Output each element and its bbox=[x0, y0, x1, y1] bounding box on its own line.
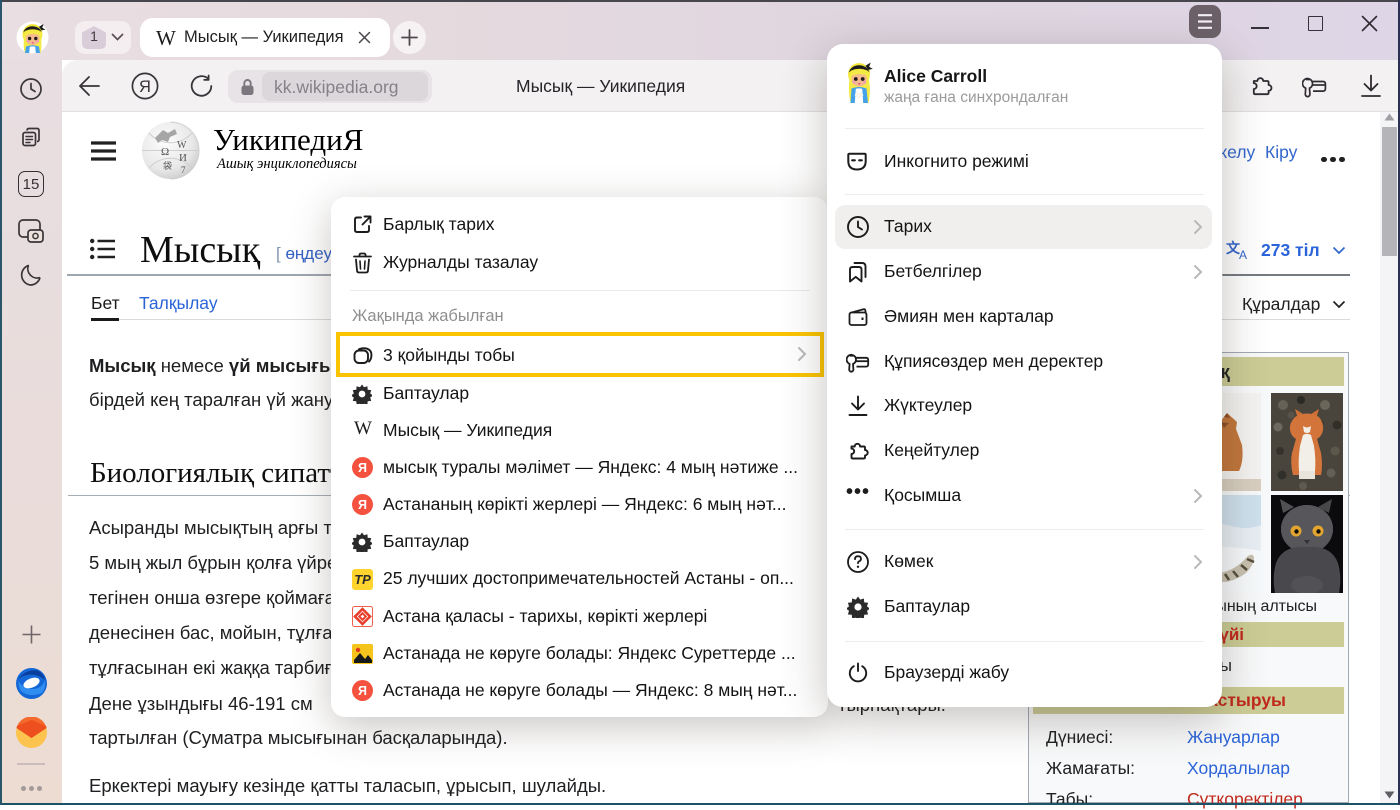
svg-text:И: И bbox=[179, 152, 187, 164]
svg-text:Я: Я bbox=[358, 498, 367, 512]
svg-text:А: А bbox=[1239, 248, 1247, 260]
svg-text:袋: 袋 bbox=[163, 160, 172, 171]
svg-text:Я: Я bbox=[358, 461, 367, 475]
svg-text:W: W bbox=[177, 140, 187, 151]
svg-text:Я: Я bbox=[358, 684, 367, 698]
svg-text:Я: Я bbox=[139, 78, 151, 96]
svg-text:7: 7 bbox=[181, 165, 186, 175]
svg-text:Ω: Ω bbox=[161, 146, 169, 158]
